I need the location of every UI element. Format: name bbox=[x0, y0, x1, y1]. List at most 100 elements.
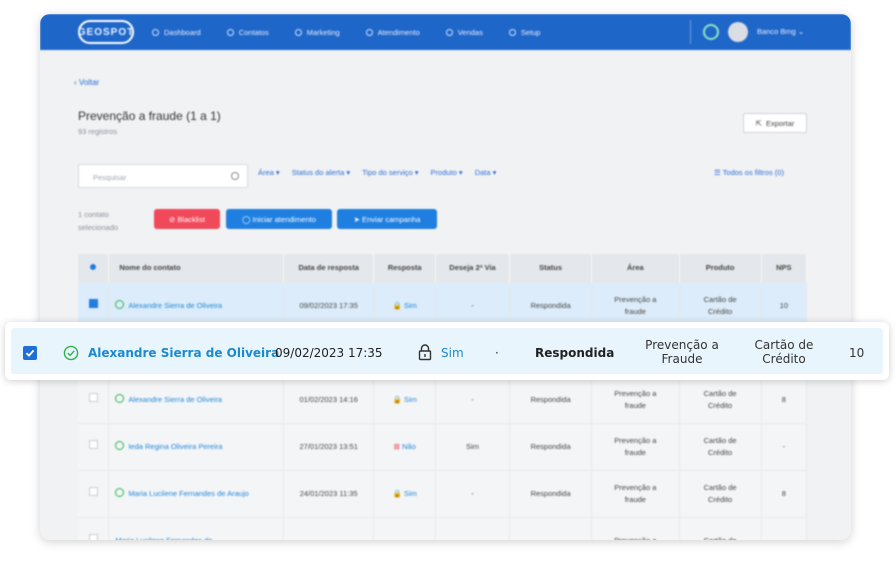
nav-setup[interactable]: Setup bbox=[508, 28, 540, 37]
second-copy: Sim bbox=[435, 422, 510, 470]
contact-name[interactable]: Maria Lucilene Fernandes de bbox=[108, 516, 284, 540]
product-cell: Cartão de Crédito bbox=[754, 338, 814, 366]
user-menu[interactable]: Banco Bmg ⌄ bbox=[757, 27, 804, 36]
filter-bar: Área ▾ Status do alerta ▾ Tipo do serviç… bbox=[258, 168, 496, 177]
second-copy: · bbox=[495, 346, 499, 360]
search-icon bbox=[231, 172, 239, 180]
whatsapp-icon bbox=[365, 28, 373, 36]
status-cell: Respondida bbox=[509, 469, 593, 517]
col-status[interactable]: Status bbox=[509, 254, 593, 282]
filter-date[interactable]: Data ▾ bbox=[475, 168, 497, 177]
highlighted-row-callout: Alexandre Sierra de Oliveira 09/02/2023 … bbox=[5, 322, 889, 380]
col-date[interactable]: Data de resposta bbox=[283, 254, 375, 282]
main-nav: Dashboard Contatos Marketing Atendimento… bbox=[152, 14, 540, 50]
export-button[interactable]: ⇱ Exportar bbox=[743, 113, 807, 133]
record-count: 93 registros bbox=[78, 127, 118, 136]
response-value[interactable]: Sim bbox=[441, 346, 464, 360]
contact-name[interactable]: Maria Lucilene Fernandes de Araujo bbox=[108, 469, 284, 517]
selection-count: 1 contato selecionado bbox=[78, 210, 119, 232]
area-cell: Prevenção a Fraude bbox=[645, 338, 719, 366]
send-campaign-button[interactable]: ➤ Enviar campanha bbox=[337, 209, 437, 229]
filter-service-type[interactable]: Tipo do serviço ▾ bbox=[362, 168, 418, 177]
blacklist-button[interactable]: ⊘ Blacklist bbox=[154, 209, 220, 229]
col-nps[interactable]: NPS bbox=[761, 254, 808, 282]
nav-vendas[interactable]: Vendas bbox=[445, 28, 483, 37]
col-name[interactable]: Nome do contato bbox=[108, 254, 284, 282]
table-header: Nome do contato Data de resposta Respost… bbox=[78, 254, 808, 282]
check-circle-icon bbox=[115, 299, 125, 309]
table-row[interactable]: Alexandre Sierra de Oliveira 01/02/2023 … bbox=[78, 375, 808, 423]
contact-name[interactable]: Alexandre Sierra de Oliveira bbox=[88, 346, 279, 360]
col-product[interactable]: Produto bbox=[679, 254, 762, 282]
contact-name[interactable]: Ieda Regina Oliveira Pereira bbox=[108, 422, 284, 470]
search-input[interactable]: Pesquisar bbox=[78, 164, 248, 188]
marketing-icon bbox=[294, 28, 302, 36]
top-navbar: GEOSPOT Dashboard Contatos Marketing Ate… bbox=[40, 14, 851, 50]
response-date: 24/01/2023 11:35 bbox=[283, 469, 375, 517]
notification-icon[interactable] bbox=[703, 24, 719, 40]
select-all-checkbox[interactable] bbox=[78, 254, 110, 282]
table-row[interactable]: Maria Lucilene Fernandes de Araujo 24/01… bbox=[78, 469, 808, 517]
sales-icon bbox=[445, 28, 453, 36]
check-icon bbox=[25, 349, 35, 357]
nav-marketing[interactable]: Marketing bbox=[294, 28, 340, 37]
nps-cell: - bbox=[761, 422, 808, 470]
status-cell: Respondida bbox=[509, 375, 593, 423]
table-row[interactable]: Ieda Regina Oliveira Pereira 27/01/2023 … bbox=[78, 422, 808, 470]
response-date: 09/02/2023 17:35 bbox=[275, 346, 383, 360]
col-response[interactable]: Resposta bbox=[373, 254, 437, 282]
no-icon: ⊠ bbox=[393, 441, 400, 451]
area-cell: Prevenção a fraude bbox=[591, 469, 680, 517]
stage: GEOSPOT Dashboard Contatos Marketing Ate… bbox=[0, 0, 896, 565]
second-copy: - bbox=[435, 469, 510, 517]
check-circle-icon bbox=[115, 487, 125, 497]
contact-name[interactable]: Alexandre Sierra de Oliveira bbox=[108, 375, 284, 423]
all-filters-link[interactable]: ☰ Todos os filtros (0) bbox=[714, 168, 784, 177]
row-checkbox[interactable] bbox=[78, 375, 110, 423]
row-checkbox[interactable] bbox=[78, 516, 110, 540]
nps-cell: 8 bbox=[761, 469, 808, 517]
nav-atendimento[interactable]: Atendimento bbox=[365, 28, 420, 37]
product-cell: Cartão de Crédito bbox=[679, 422, 762, 470]
col-area[interactable]: Área bbox=[591, 254, 680, 282]
response-value: 🔒 Sim bbox=[373, 469, 437, 517]
app-background: GEOSPOT Dashboard Contatos Marketing Ate… bbox=[40, 14, 851, 540]
row-checkbox-checked[interactable] bbox=[23, 346, 37, 360]
response-value: 🔒 Sim bbox=[373, 375, 437, 423]
contacts-table: Nome do contato Data de resposta Respost… bbox=[78, 254, 808, 540]
status-cell: Respondida bbox=[535, 346, 615, 360]
avatar[interactable] bbox=[728, 22, 748, 42]
area-cell: Prevenção a fraude bbox=[591, 422, 680, 470]
check-circle-icon bbox=[63, 345, 79, 361]
area-cell: Prevenção a fraude bbox=[591, 375, 680, 423]
lock-icon bbox=[418, 344, 432, 361]
status-cell: Respondida bbox=[509, 422, 593, 470]
filter-area[interactable]: Área ▾ bbox=[258, 168, 280, 177]
nav-divider bbox=[690, 20, 691, 44]
table-row[interactable]: Maria Lucilene Fernandes de Prevenção a … bbox=[78, 516, 808, 540]
back-link[interactable]: ‹ Voltar bbox=[74, 78, 99, 87]
nav-dashboard[interactable]: Dashboard bbox=[152, 28, 201, 37]
col-second-copy[interactable]: Deseja 2ª Via bbox=[435, 254, 510, 282]
gear-icon bbox=[508, 28, 516, 36]
highlighted-row[interactable]: Alexandre Sierra de Oliveira 09/02/2023 … bbox=[11, 328, 883, 374]
response-value: ⊠ Não bbox=[373, 422, 437, 470]
nps-cell: 10 bbox=[849, 346, 865, 360]
filter-status[interactable]: Status do alerta ▾ bbox=[292, 168, 350, 177]
product-cell: Cartão de Crédito bbox=[679, 375, 762, 423]
nav-contatos[interactable]: Contatos bbox=[226, 28, 269, 37]
row-checkbox[interactable] bbox=[78, 469, 110, 517]
check-circle-icon bbox=[115, 440, 125, 450]
dashboard-icon bbox=[152, 28, 159, 36]
start-service-button[interactable]: ◯ Iniciar atendimento bbox=[226, 209, 332, 229]
product-cell: Cartão de Crédito bbox=[679, 469, 762, 517]
filter-product[interactable]: Produto ▾ bbox=[431, 168, 463, 177]
response-date: 01/02/2023 14:16 bbox=[283, 375, 375, 423]
brand-logo[interactable]: GEOSPOT bbox=[78, 20, 134, 44]
contacts-icon bbox=[226, 28, 234, 36]
response-date: 27/01/2023 13:51 bbox=[283, 422, 375, 470]
page-title: Prevenção a fraude (1 a 1) bbox=[78, 109, 221, 123]
export-icon: ⇱ bbox=[755, 118, 762, 128]
row-checkbox[interactable] bbox=[78, 422, 110, 470]
second-copy: - bbox=[435, 375, 510, 423]
